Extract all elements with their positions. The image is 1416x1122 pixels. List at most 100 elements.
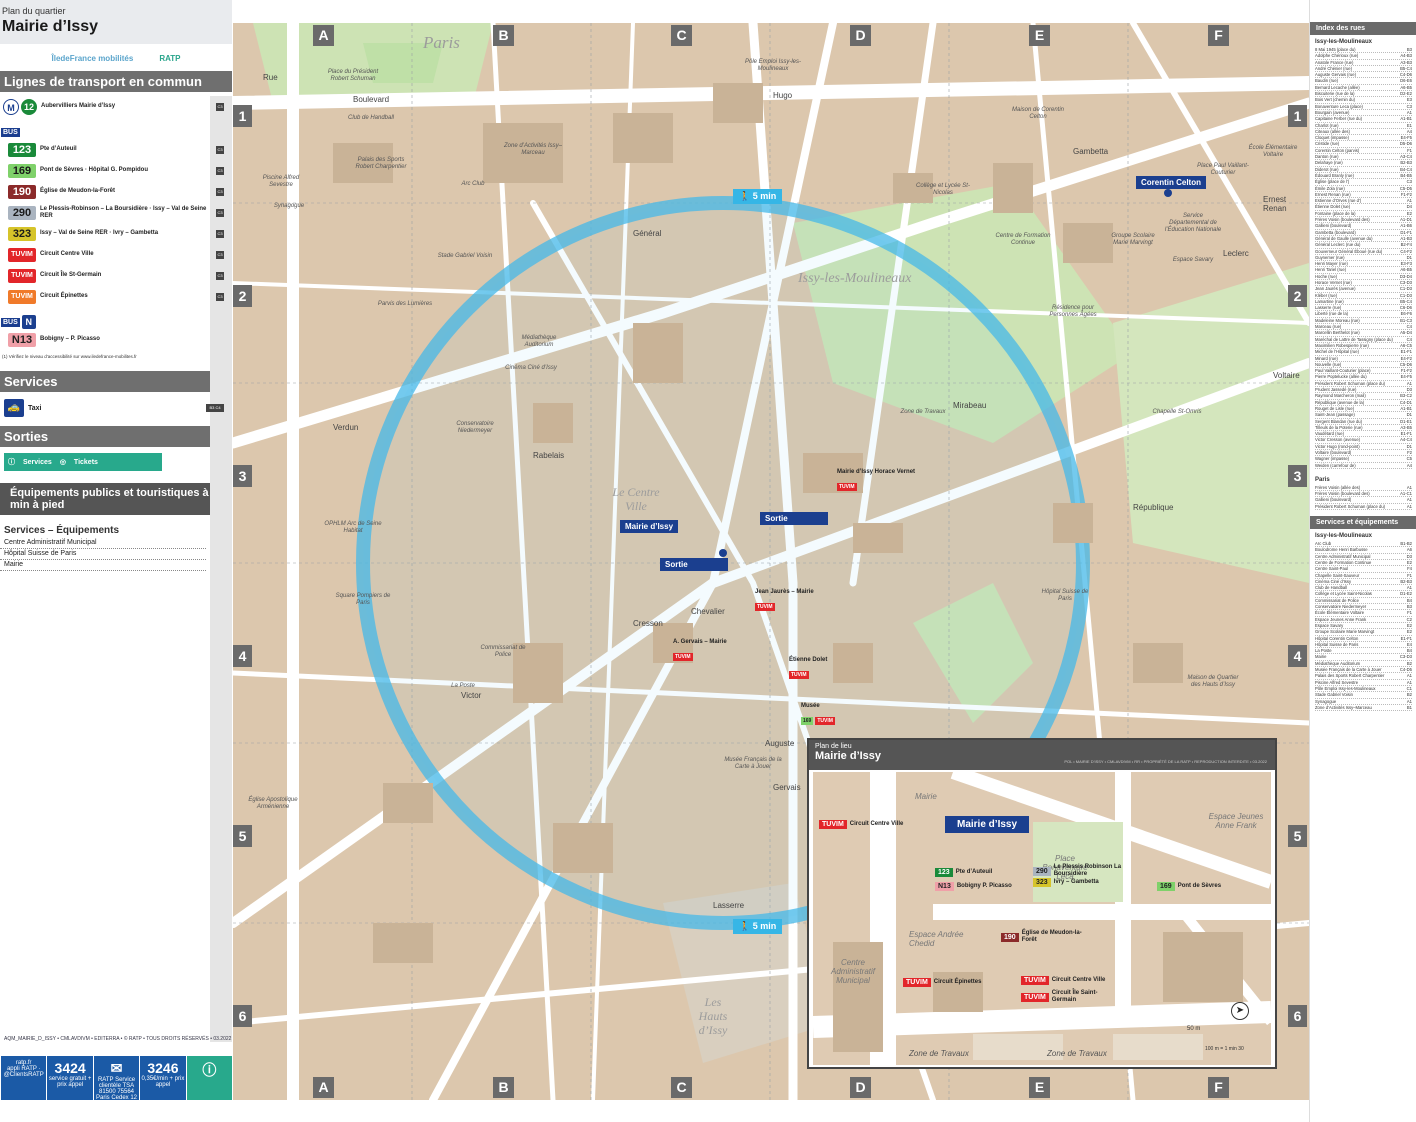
- equip-item[interactable]: Mairie: [0, 560, 206, 571]
- street-index-panel: Index des rues Issy-les-Moulineaux 8 Mai…: [1309, 0, 1416, 1122]
- index-name: Wagner (impasse): [1315, 456, 1350, 462]
- noctilien-row[interactable]: BUS N: [0, 307, 232, 329]
- inset-bus-line[interactable]: 190 Église de Meudon-la-Forêt: [1001, 930, 1092, 944]
- index-ref: E1-F1: [1400, 349, 1412, 355]
- index-ref: D1: [1406, 443, 1412, 449]
- taxi-row[interactable]: 🚕 Taxi B3 C4: [0, 392, 232, 424]
- index-ref: E2: [1406, 559, 1412, 565]
- metro-stop-corentin[interactable]: Corentin Celton: [1136, 176, 1206, 189]
- inset-place: Mairie: [915, 792, 937, 801]
- bus-line-row[interactable]: 123 Pte d’Auteuil C3: [0, 139, 232, 160]
- index-ref: F1: [1407, 610, 1412, 616]
- inset-station-label[interactable]: Mairie d’Issy: [945, 816, 1030, 833]
- footer-web[interactable]: ratp.fr appli RATP · @ClientsRATP: [0, 1056, 46, 1100]
- footer-access[interactable]: 3246 0,35€/min + prix appel: [139, 1056, 185, 1100]
- footer-phone-number: 3424: [54, 1060, 86, 1076]
- exit-sortie-1[interactable]: Sortie: [660, 558, 728, 571]
- bus-stop[interactable]: Étienne Dolet TUVIM: [789, 657, 827, 681]
- bus-stop[interactable]: Musée 169 TUVIM: [801, 703, 837, 727]
- index-ref: C1-D3: [1399, 286, 1412, 292]
- grid-row-label: 1: [1288, 105, 1307, 127]
- poi-label: École Élémentaire Voltaire: [1248, 145, 1298, 158]
- equip-item[interactable]: Hôpital Suisse de Paris: [0, 549, 206, 560]
- bus-line-row[interactable]: 290 Le Plessis-Robinson – La Boursidière …: [0, 202, 232, 223]
- grid-row-label: 4: [233, 645, 252, 667]
- index-name: Église (place de l’): [1315, 179, 1350, 185]
- inset-place: Zone de Travaux: [909, 1049, 969, 1058]
- inset-bus-line[interactable]: TUVIM Circuit Île Saint-Germain: [1021, 990, 1122, 1004]
- metro-line-12[interactable]: M 12 Aubervilliers Mairie d’Issy C3: [0, 96, 232, 117]
- bus-line-row[interactable]: TUVIM Circuit Île St-Germain C3: [0, 265, 232, 286]
- index-name: Édouard Branly (rue): [1315, 172, 1354, 178]
- index-city: Paris: [1315, 476, 1330, 483]
- index-name: Horace Vernet (rue): [1315, 279, 1352, 285]
- index-name: Estienne d’Orves (rue d’): [1315, 198, 1362, 204]
- footer-phone[interactable]: 3424 service gratuit + prix appel: [46, 1056, 92, 1100]
- index-name: Corentin Celton (parvis): [1315, 147, 1360, 153]
- index-name: Commissariat de Police: [1315, 597, 1359, 603]
- bus-badge: TUVIM: [8, 289, 36, 304]
- walk-5min-top: 🚶 5 min: [733, 189, 783, 204]
- station-inset-map[interactable]: Plan de lieu Mairie d’Issy POL • MAIRIE …: [807, 738, 1277, 1069]
- index-ref: B4-B5: [1400, 172, 1412, 178]
- bus-line-n13[interactable]: N13 Bobigny – P. Picasso: [0, 329, 232, 350]
- index-ref: C5: [1406, 456, 1412, 462]
- section-services: Services: [0, 371, 232, 392]
- bus-line-row[interactable]: 323 Issy – Val de Seine RER · Ivry – Gamb…: [0, 223, 232, 244]
- bus-badge: 123: [8, 142, 36, 157]
- inset-scale: 50 m: [1187, 1026, 1201, 1032]
- street-label: Chevalier: [691, 607, 725, 616]
- contact-footer: ratp.fr appli RATP · @ClientsRATP 3424 ser…: [0, 1056, 233, 1101]
- street-index-list: 8 Mai 1945 (place du) B3 Adolphe Chérioux …: [1310, 47, 1416, 469]
- index-name: André Chénier (rue): [1315, 65, 1353, 71]
- grid-column-label: E: [1029, 1077, 1050, 1098]
- footer-mail[interactable]: ✉ RATP Service clientèle TSA 81500 75564 …: [92, 1056, 139, 1101]
- neighborhood-map[interactable]: ABCDEF ABCDEF 123456 123456 Paris Issy-l…: [233, 23, 1309, 1100]
- inset-bus-line[interactable]: TUVIM Circuit Épinettes: [903, 978, 981, 987]
- index-ref: A3-B5: [1400, 424, 1412, 430]
- bus-line-row[interactable]: 169 Pont de Sèvres · Hôpital G. Pompidou C…: [0, 160, 232, 181]
- bus-line-row[interactable]: TUVIM Circuit Centre Ville C3: [0, 244, 232, 265]
- index-name: Pôle Emploi Issy-les-Moulineaux: [1315, 685, 1376, 691]
- index-name: Jean Jaurès (avenue): [1315, 286, 1356, 292]
- index-ref: A3-C4: [1400, 154, 1412, 160]
- exit-sortie-2[interactable]: Sortie: [760, 512, 828, 525]
- place-les-hauts: Les Hauts d’Issy: [698, 995, 728, 1037]
- bus-stop[interactable]: Mairie d’Issy Horace Vernet TUVIM: [837, 469, 915, 493]
- index-ref: D1-F1: [1400, 229, 1412, 235]
- index-ref: E1-F1: [1400, 431, 1412, 437]
- info-button[interactable]: ⓘ: [185, 1056, 233, 1100]
- index-ref: C6-D6: [1399, 305, 1412, 311]
- index-name: Capitaine Ferber (rue du): [1315, 116, 1363, 122]
- index-name: Henri Tariel (rue): [1315, 267, 1347, 273]
- index-ref: A1-D1: [1400, 217, 1412, 223]
- bus-line-row[interactable]: 190 Église de Meudon-la-Forêt C3: [0, 181, 232, 202]
- bus-line-row[interactable]: TUVIM Circuit Épinettes C3: [0, 286, 232, 307]
- grid-ref: C3: [216, 166, 224, 175]
- index-name: Bois Vert (chemin du): [1315, 97, 1356, 103]
- grid-column-label: E: [1029, 25, 1050, 46]
- grid-ref: C3: [216, 102, 224, 111]
- metro-stop-mairie[interactable]: Mairie d’Issy: [620, 520, 679, 533]
- index-ref: D2-E2: [1400, 91, 1412, 97]
- index-ref: E3-F3: [1400, 261, 1412, 267]
- inset-bus-line[interactable]: TUVIM Circuit Centre Ville: [1021, 976, 1105, 985]
- bus-line-label: Bobigny – P. Picasso: [40, 336, 100, 342]
- inset-bus-line[interactable]: 290 Le Plessis Robinson La Boursidière: [1033, 864, 1124, 878]
- inset-bus-line[interactable]: N13 Bobigny P. Picasso: [935, 882, 1012, 891]
- index-ref: A4-C4: [1400, 437, 1412, 443]
- index-ref: B1-B2: [1400, 541, 1412, 547]
- noctilien-icon: N: [21, 315, 36, 329]
- sortie-services-tickets[interactable]: ⓘ Services ◎ Tickets: [4, 453, 162, 471]
- inset-bus-line[interactable]: 123 Pte d’Auteuil: [935, 868, 992, 877]
- inset-bus-line[interactable]: 323 Ivry – Gambetta: [1033, 878, 1099, 887]
- bus-line-label: Bobigny P. Picasso: [956, 883, 1012, 889]
- bus-stop[interactable]: Jean Jaurès – Mairie TUVIM: [755, 589, 814, 613]
- inset-bus-line[interactable]: TUVIM Circuit Centre Ville: [819, 820, 903, 829]
- index-name: Général Leclerc (rue du): [1315, 242, 1361, 248]
- poi-label: Musée Français de la Carte à Jouer: [724, 757, 782, 770]
- index-ref: A1: [1406, 503, 1412, 509]
- inset-bus-line[interactable]: 169 Pont de Sèvres: [1157, 882, 1221, 891]
- bus-stop[interactable]: A. Gervais – Mairie TUVIM: [673, 639, 727, 663]
- equip-item[interactable]: Centre Administratif Municipal: [0, 538, 206, 549]
